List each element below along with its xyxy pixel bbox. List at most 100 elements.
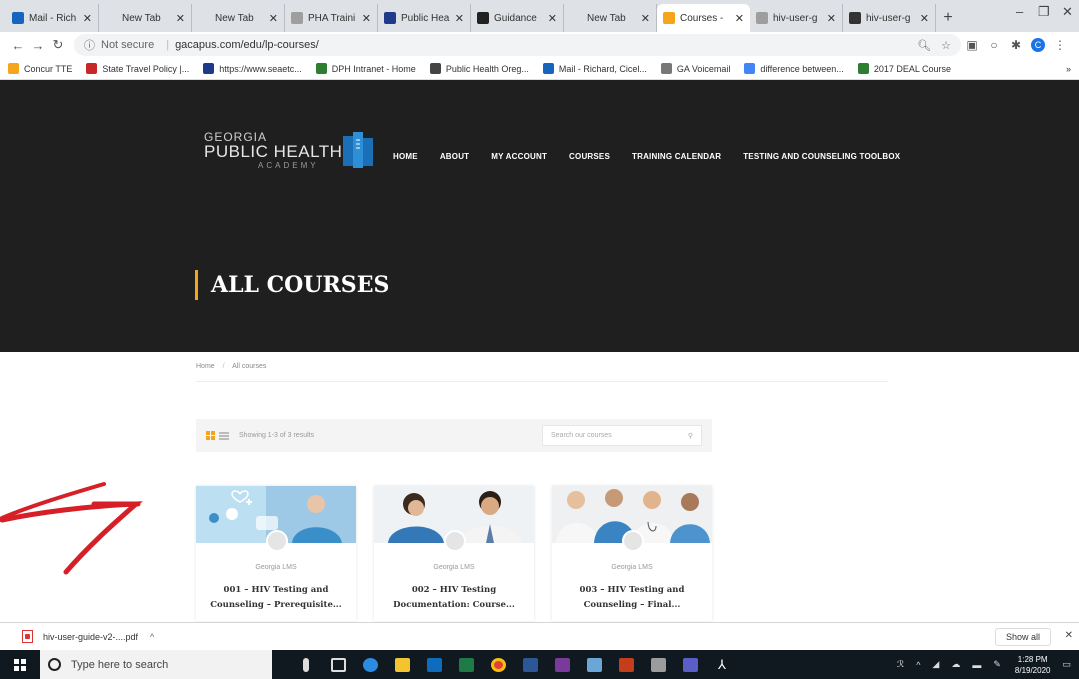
nav-link-courses[interactable]: COURSES (569, 152, 610, 161)
course-card[interactable]: Georgia LMS 001 – HIV Testing and Counse… (196, 486, 356, 621)
app-icon[interactable] (578, 650, 610, 679)
pen-icon[interactable]: ✎ (993, 659, 1001, 670)
browser-tab[interactable]: Courses - ✕ (657, 4, 750, 32)
course-instructor[interactable]: Georgia LMS (374, 564, 534, 571)
close-icon[interactable]: ✕ (1065, 630, 1073, 641)
bookmark-item[interactable]: GA Voicemail (660, 63, 730, 74)
breadcrumb-home[interactable]: Home (196, 363, 215, 370)
nav-link-training-calendar[interactable]: TRAINING CALENDAR (632, 152, 721, 161)
extension-icon[interactable]: ▣ (961, 38, 983, 52)
close-icon[interactable]: ✕ (455, 12, 464, 25)
info-icon[interactable]: ⓘ (84, 37, 95, 53)
bookmark-item[interactable]: https://www.seaetc... (203, 63, 302, 74)
reload-icon[interactable]: ↻ (48, 37, 68, 53)
bookmark-item[interactable]: Concur TTE (8, 63, 72, 74)
course-instructor[interactable]: Georgia LMS (552, 564, 712, 571)
browser-tab[interactable]: New Tab ✕ (192, 4, 285, 32)
outlook-icon[interactable] (418, 650, 450, 679)
word-icon[interactable] (514, 650, 546, 679)
back-icon[interactable]: ← (8, 38, 28, 53)
app-icon[interactable] (642, 650, 674, 679)
download-file-name[interactable]: hiv-user-guide-v2-....pdf (43, 632, 138, 642)
course-instructor[interactable]: Georgia LMS (196, 564, 356, 571)
course-card[interactable]: Georgia LMS 003 – HIV Testing and Counse… (552, 486, 712, 621)
close-window-icon[interactable]: ✕ (1062, 4, 1073, 20)
close-icon[interactable]: ✕ (641, 12, 650, 25)
bookmark-item[interactable]: Public Health Oreg... (429, 63, 529, 74)
chrome-icon[interactable] (482, 650, 514, 679)
star-icon[interactable]: ☆ (941, 39, 951, 52)
acrobat-icon[interactable]: ⅄ (706, 650, 738, 679)
nav-link-testing-and-counseling-toolbox[interactable]: TESTING AND COUNSELING TOOLBOX (743, 152, 900, 161)
battery-icon[interactable]: ▬ (972, 660, 981, 670)
close-icon[interactable]: ✕ (827, 12, 836, 25)
more-bookmarks-icon[interactable]: » (1066, 64, 1071, 74)
browser-tab[interactable]: Mail - Rich ✕ (6, 4, 99, 32)
notifications-icon[interactable]: ▭ (1062, 659, 1071, 670)
bookmark-item[interactable]: 2017 DEAL Course (857, 63, 951, 74)
zoom-icon[interactable]: 🔍︎ (917, 39, 931, 52)
people-icon[interactable]: ℛ (897, 659, 904, 670)
puzzle-icon[interactable]: ✱ (1005, 38, 1027, 52)
new-tab-button[interactable]: + (936, 4, 960, 32)
instructor-avatar (622, 530, 644, 552)
file-explorer-icon[interactable] (386, 650, 418, 679)
close-icon[interactable]: ✕ (83, 12, 92, 25)
taskbar-search-input[interactable]: Type here to search (40, 650, 272, 679)
nav-link-my-account[interactable]: MY ACCOUNT (491, 152, 547, 161)
browser-tab[interactable]: Public Hea ✕ (378, 4, 471, 32)
tab-label: New Tab (215, 12, 254, 24)
onenote-icon[interactable] (546, 650, 578, 679)
course-title[interactable]: 001 – HIV Testing and Counseling – Prere… (196, 583, 356, 613)
browser-tab[interactable]: hiv-user-g ✕ (750, 4, 843, 32)
site-logo[interactable]: GEORGIA PUBLIC HEALTH ACADEMY (200, 128, 375, 174)
grid-view-icon[interactable] (206, 431, 215, 440)
show-all-button[interactable]: Show all (994, 628, 1051, 646)
course-title[interactable]: 002 – HIV Testing Documentation: Course.… (374, 583, 534, 613)
menu-icon[interactable]: ⋮ (1049, 38, 1071, 52)
url-input[interactable]: ⓘ Not secure | gacapus.com/edu/lp-course… (74, 34, 961, 56)
browser-tab[interactable]: New Tab ✕ (99, 4, 192, 32)
bookmark-item[interactable]: difference between... (744, 63, 844, 74)
course-title[interactable]: 003 – HIV Testing and Counseling – Final… (552, 583, 712, 613)
search-icon[interactable]: ⚲ (688, 432, 693, 440)
powerpoint-icon[interactable] (610, 650, 642, 679)
microphone-icon[interactable] (290, 650, 322, 679)
profile-avatar[interactable]: C (1031, 38, 1045, 52)
start-button[interactable] (0, 650, 40, 679)
close-icon[interactable]: ✕ (548, 12, 557, 25)
close-icon[interactable]: ✕ (176, 12, 185, 25)
browser-tab[interactable]: hiv-user-g ✕ (843, 4, 936, 32)
minimize-icon[interactable]: – (1016, 4, 1023, 19)
bookmark-item[interactable]: State Travel Policy |... (86, 63, 189, 74)
teams-icon[interactable] (674, 650, 706, 679)
tab-favicon-icon (663, 12, 675, 24)
bookmark-item[interactable]: Mail - Richard, Cicel... (542, 63, 647, 74)
task-view-icon[interactable] (322, 650, 354, 679)
chevron-up-icon[interactable]: ^ (916, 660, 920, 670)
nav-link-about[interactable]: ABOUT (440, 152, 469, 161)
browser-tab[interactable]: Guidance ✕ (471, 4, 564, 32)
tab-label: Mail - Rich (29, 12, 77, 24)
excel-icon[interactable] (450, 650, 482, 679)
maximize-icon[interactable]: ❐ (1038, 4, 1050, 20)
chevron-up-icon[interactable]: ^ (150, 632, 154, 642)
nav-link-home[interactable]: HOME (393, 152, 418, 161)
close-icon[interactable]: ✕ (920, 12, 929, 25)
browser-tab[interactable]: New Tab ✕ (564, 4, 657, 32)
browser-tab[interactable]: PHA Traini ✕ (285, 4, 378, 32)
forward-icon[interactable]: → (28, 38, 48, 53)
close-icon[interactable]: ✕ (735, 12, 744, 25)
close-icon[interactable]: ✕ (269, 12, 278, 25)
system-clock[interactable]: 1:28 PM 8/19/2020 (1015, 654, 1051, 676)
edge-icon[interactable] (354, 650, 386, 679)
extension-icon[interactable]: ○ (983, 38, 1005, 52)
list-view-icon[interactable] (219, 431, 229, 440)
course-search-input[interactable]: Search our courses ⚲ (542, 425, 702, 446)
network-icon[interactable]: ◢ (932, 659, 939, 670)
onedrive-icon[interactable]: ☁ (951, 659, 960, 670)
close-icon[interactable]: ✕ (362, 12, 371, 25)
bookmark-item[interactable]: DPH Intranet - Home (315, 63, 416, 74)
bookmark-favicon-icon (429, 63, 441, 74)
course-card[interactable]: Georgia LMS 002 – HIV Testing Documentat… (374, 486, 534, 621)
